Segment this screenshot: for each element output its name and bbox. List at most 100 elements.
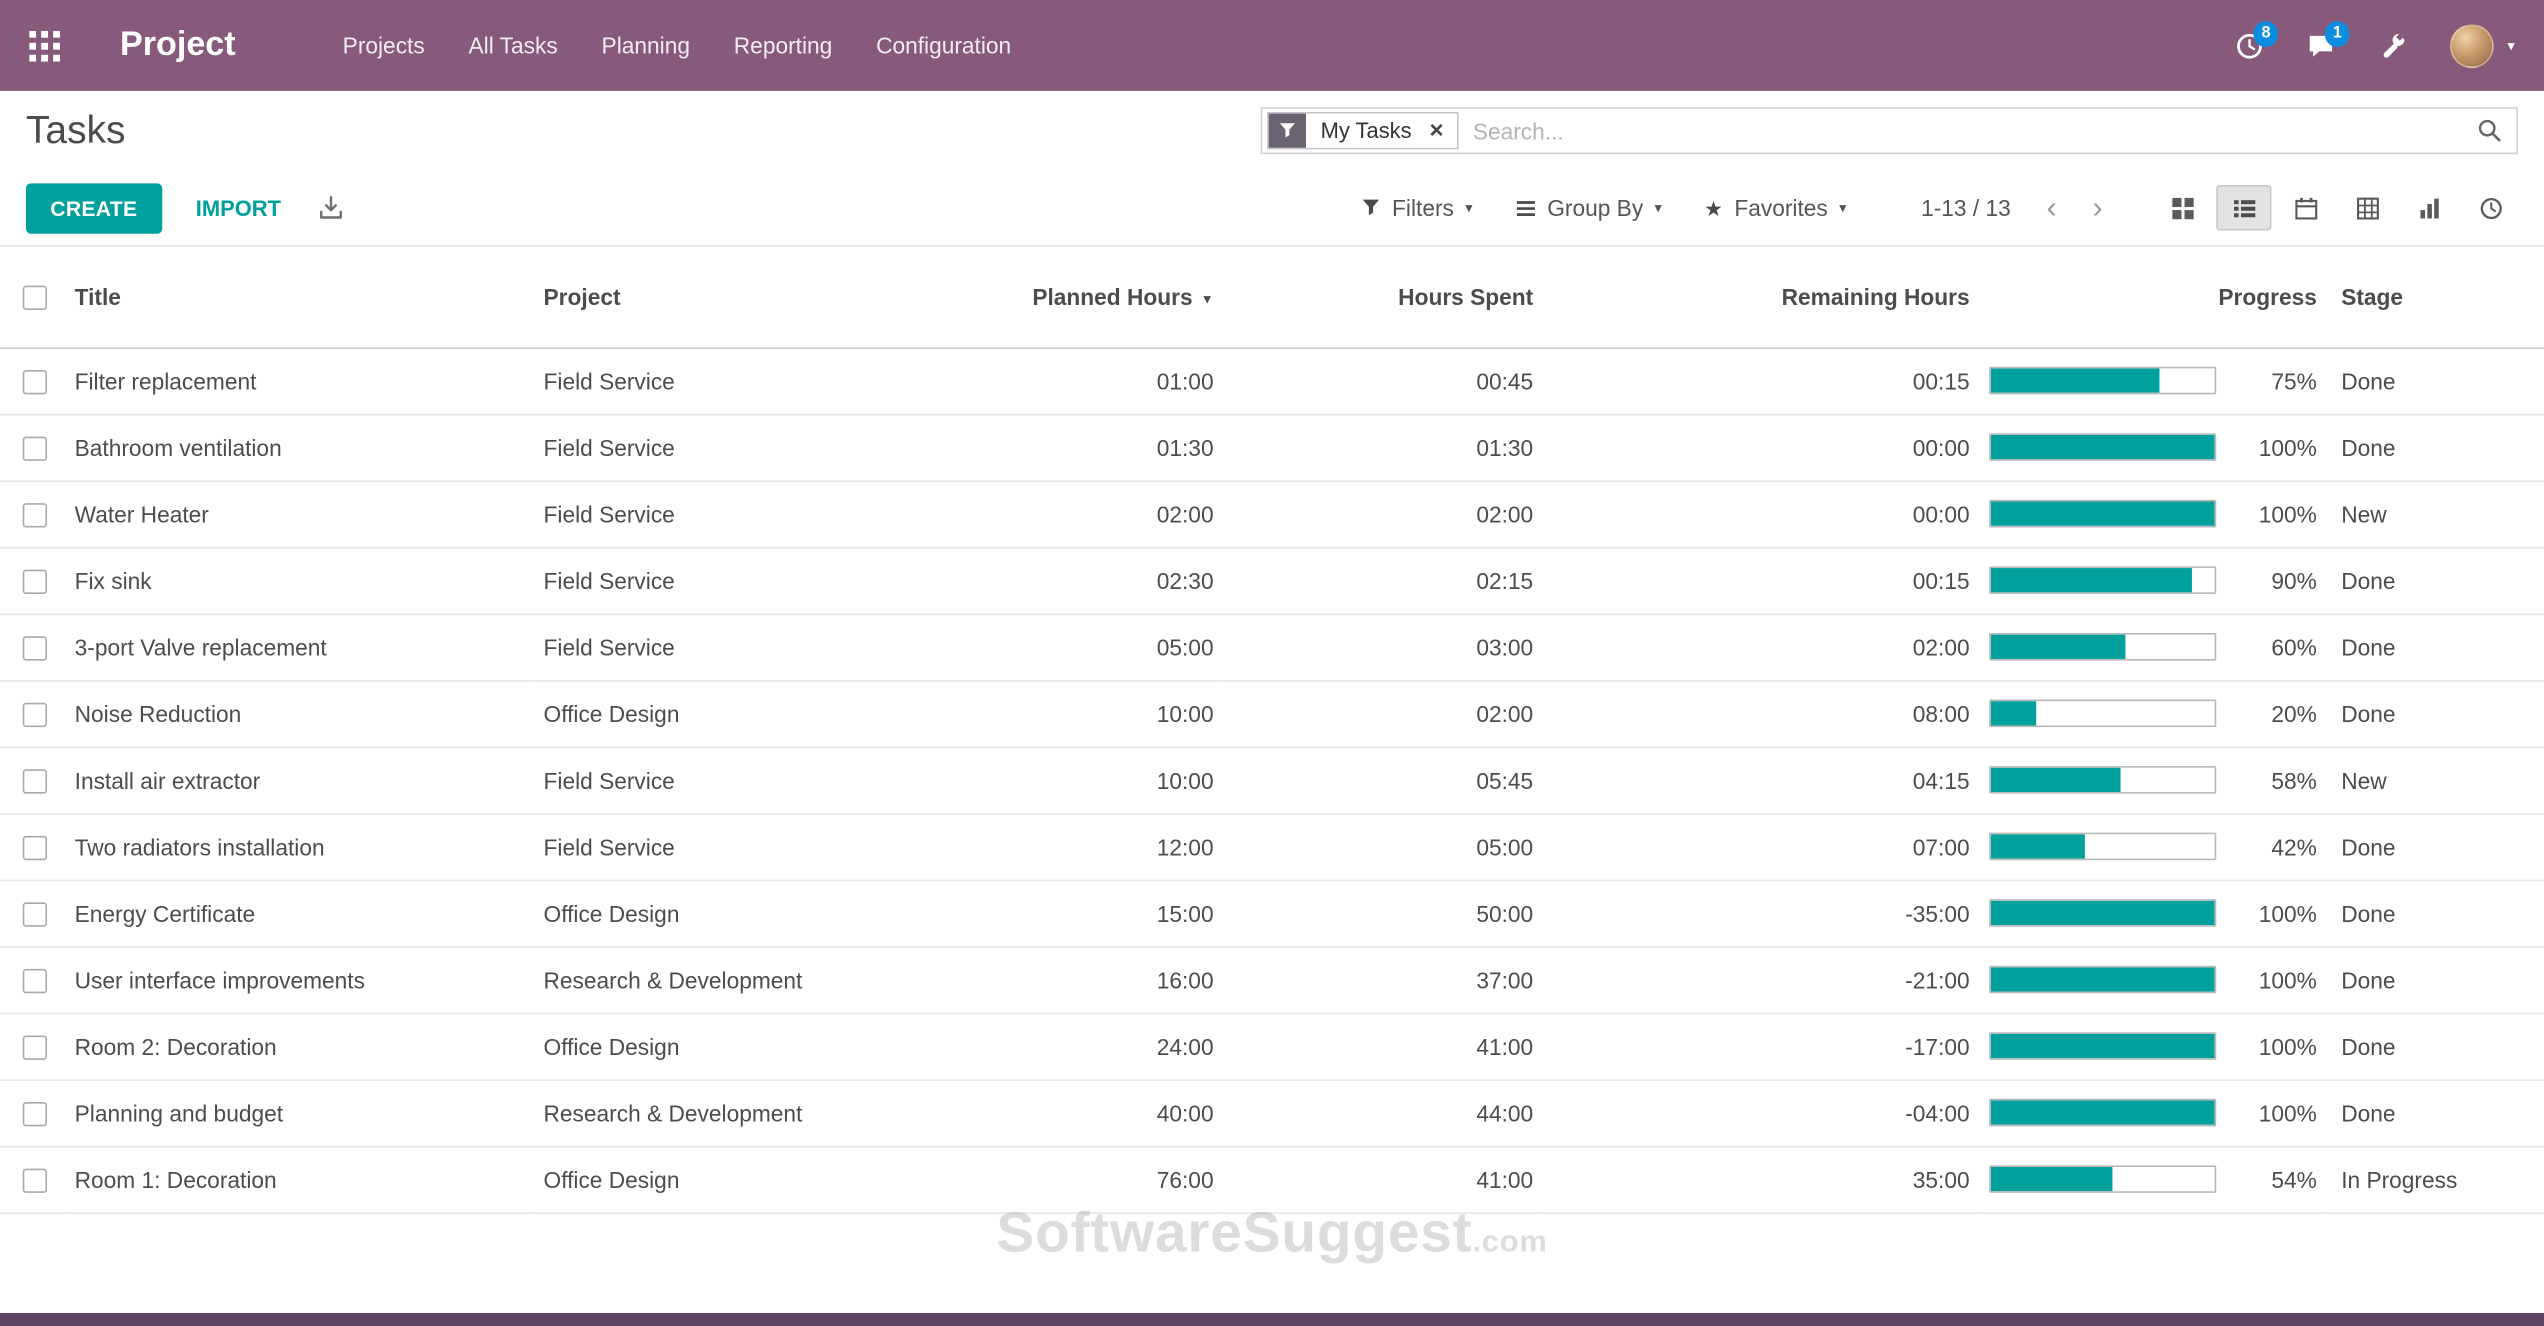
task-rows: Filter replacement Field Service 01:00 0…	[0, 347, 2544, 1214]
row-checkbox[interactable]	[22, 502, 48, 528]
row-checkbox[interactable]	[22, 636, 48, 661]
star-icon: ★	[1704, 195, 1723, 220]
menu-reporting[interactable]: Reporting	[734, 32, 832, 58]
row-checkbox[interactable]	[22, 902, 48, 927]
header-stage[interactable]: Stage	[2326, 246, 2544, 349]
app-title[interactable]: Project	[120, 26, 236, 65]
messages-button[interactable]: 1	[2308, 20, 2351, 60]
cell-stage: Done	[2326, 347, 2544, 415]
row-checkbox[interactable]	[22, 1168, 48, 1193]
cell-planned-hours: 02:00	[1020, 480, 1224, 548]
search-icon[interactable]	[2477, 118, 2501, 142]
progress-bar	[1989, 1098, 2217, 1127]
favorites-dropdown[interactable]: ★ Favorites ▾	[1704, 195, 1846, 221]
cell-title: Energy Certificate	[64, 879, 534, 948]
view-graph-icon[interactable]	[2401, 185, 2456, 230]
header-planned-hours[interactable]: Planned Hours ▼	[1020, 246, 1224, 349]
group-by-dropdown[interactable]: Group By ▾	[1515, 195, 1662, 221]
progress-bar	[1989, 366, 2217, 395]
row-checkbox[interactable]	[22, 702, 48, 727]
filters-dropdown[interactable]: Filters ▾	[1361, 195, 1473, 221]
header-remaining-hours[interactable]: Remaining Hours	[1542, 246, 1980, 349]
progress-bar	[1989, 1032, 2217, 1060]
view-kanban-icon[interactable]	[2155, 185, 2210, 230]
table-row[interactable]: Install air extractor Field Service 10:0…	[0, 746, 2544, 814]
row-select-cell	[0, 813, 65, 881]
progress-bar	[1989, 1165, 2217, 1193]
view-activity-icon[interactable]	[2463, 185, 2518, 230]
watermark: SoftwareSuggest.com	[996, 1201, 1548, 1265]
search-options: Filters ▾ Group By ▾ ★ Favorites ▾ 1-13 …	[1361, 185, 2518, 231]
row-checkbox[interactable]	[22, 436, 48, 461]
table-row[interactable]: Noise Reduction Office Design 10:00 02:0…	[0, 680, 2544, 748]
cell-remaining-hours: -21:00	[1542, 946, 1980, 1014]
chevron-down-icon: ▾	[1654, 198, 1662, 216]
cell-hours-spent: 01:30	[1223, 413, 1543, 482]
pager-value[interactable]: 1-13 / 13	[1921, 195, 2011, 221]
progress-percent: 100%	[2258, 899, 2317, 926]
table-row[interactable]: Energy Certificate Office Design 15:00 5…	[0, 879, 2544, 948]
cell-hours-spent: 05:00	[1223, 813, 1543, 881]
cell-remaining-hours: 00:00	[1542, 413, 1980, 482]
table-row[interactable]: Room 2: Decoration Office Design 24:00 4…	[0, 1012, 2544, 1081]
apps-grid-icon[interactable]	[29, 30, 61, 61]
progress-bar	[1989, 566, 2217, 595]
facet-label: My Tasks	[1306, 113, 1427, 148]
table-row[interactable]: 3-port Valve replacement Field Service 0…	[0, 613, 2544, 681]
menu-planning[interactable]: Planning	[602, 32, 690, 58]
cell-title: Install air extractor	[64, 746, 534, 814]
row-checkbox[interactable]	[22, 769, 48, 794]
table-row[interactable]: Two radiators installation Field Service…	[0, 813, 2544, 881]
cell-stage: Done	[2326, 546, 2544, 615]
facet-remove-icon[interactable]: ×	[1426, 113, 1457, 148]
table-row[interactable]: Fix sink Field Service 02:30 02:15 00:15…	[0, 546, 2544, 615]
menu-projects[interactable]: Projects	[343, 32, 425, 58]
cell-project: Office Design	[533, 680, 1021, 748]
cell-planned-hours: 01:00	[1020, 347, 1224, 415]
pager-next[interactable]: ›	[2092, 192, 2102, 223]
menu-all-tasks[interactable]: All Tasks	[469, 32, 558, 58]
cell-progress: 90%	[1979, 546, 2327, 615]
row-checkbox[interactable]	[22, 1035, 48, 1060]
row-select-cell	[0, 613, 65, 681]
cell-progress: 42%	[1979, 813, 2327, 881]
cell-project: Office Design	[533, 1012, 1021, 1081]
create-button[interactable]: CREATE	[25, 182, 162, 233]
select-all-checkbox[interactable]	[22, 285, 48, 311]
cell-remaining-hours: 00:15	[1542, 347, 1980, 415]
cell-remaining-hours: 00:00	[1542, 480, 1980, 548]
pager-previous[interactable]: ‹	[2046, 192, 2056, 223]
search-input[interactable]	[1458, 117, 2478, 144]
header-progress[interactable]: Progress	[1979, 246, 2327, 349]
progress-fill	[1990, 701, 2036, 726]
header-title[interactable]: Title	[64, 246, 534, 349]
cell-remaining-hours: 04:15	[1542, 746, 1980, 814]
table-row[interactable]: Bathroom ventilation Field Service 01:30…	[0, 413, 2544, 482]
menu-configuration[interactable]: Configuration	[876, 32, 1011, 58]
view-calendar-icon[interactable]	[2278, 185, 2333, 230]
tools-button[interactable]	[2379, 32, 2407, 60]
table-row[interactable]: Planning and budget Research & Developme…	[0, 1079, 2544, 1147]
import-button[interactable]: IMPORT	[196, 196, 281, 220]
header-hours-spent[interactable]: Hours Spent	[1223, 246, 1543, 349]
export-icon[interactable]	[318, 195, 344, 221]
view-pivot-icon[interactable]	[2340, 185, 2395, 230]
row-select-cell	[0, 946, 65, 1014]
search-view[interactable]: My Tasks ×	[1260, 107, 2519, 155]
cell-title: Noise Reduction	[64, 680, 534, 748]
row-checkbox[interactable]	[22, 968, 48, 994]
activities-button[interactable]: 8	[2236, 20, 2279, 60]
row-checkbox[interactable]	[22, 369, 48, 395]
table-row[interactable]: Filter replacement Field Service 01:00 0…	[0, 347, 2544, 415]
progress-percent: 100%	[2258, 966, 2317, 993]
header-project[interactable]: Project	[533, 246, 1021, 349]
chevron-down-icon: ▾	[1465, 198, 1473, 216]
table-row[interactable]: Water Heater Field Service 02:00 02:00 0…	[0, 480, 2544, 548]
view-list-icon[interactable]	[2216, 185, 2272, 231]
user-menu[interactable]: ▾	[2450, 23, 2515, 68]
row-checkbox[interactable]	[22, 1101, 48, 1127]
row-checkbox[interactable]	[22, 569, 48, 594]
table-row[interactable]: User interface improvements Research & D…	[0, 946, 2544, 1014]
row-checkbox[interactable]	[22, 835, 48, 861]
progress-percent: 20%	[2271, 700, 2317, 727]
